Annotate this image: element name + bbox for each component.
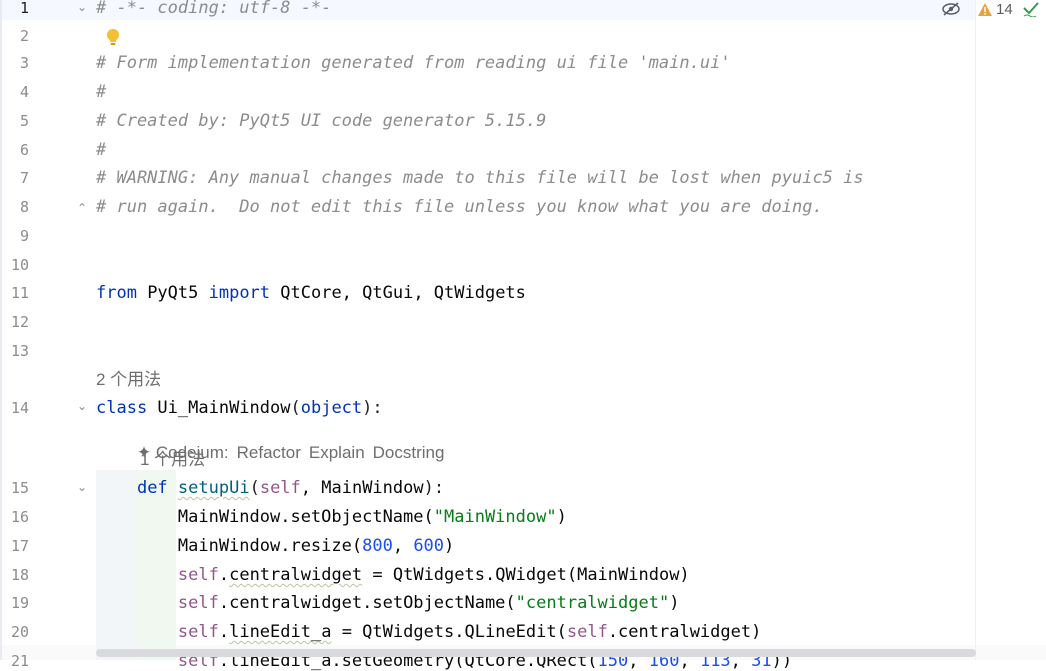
codeium-docstring-link[interactable]: Docstring	[373, 443, 445, 462]
reader-mode-icon[interactable]	[941, 0, 961, 18]
code-token: lineEdit_a	[229, 622, 332, 642]
line-number[interactable]: 14	[0, 398, 29, 418]
codeium-refactor-link[interactable]: Refactor	[237, 443, 309, 462]
code-token: = QtWidgets.QWidget(MainWindow)	[362, 565, 690, 585]
code-token: .	[218, 622, 230, 642]
line-number[interactable]: 4	[0, 82, 29, 102]
code-token: # -*- coding: utf-8 -*-	[96, 0, 332, 18]
code-token: QtCore, QtGui, QtWidgets	[270, 283, 526, 303]
code-token: PyQt5	[136, 283, 209, 303]
code-token: # Form implementation generated from rea…	[96, 53, 731, 73]
code-token: object	[300, 398, 363, 418]
code-token: = QtWidgets.QLineEdit(	[331, 622, 567, 642]
warning-icon	[978, 2, 992, 16]
code-token: .	[218, 565, 230, 585]
code-token: "centralwidget"	[515, 593, 670, 613]
line-number[interactable]: 7	[0, 168, 29, 188]
fold-expand-icon[interactable]: ⌃	[75, 201, 89, 215]
line-number[interactable]: 6	[0, 140, 29, 160]
code-token: import	[208, 283, 271, 303]
typo-check-icon[interactable]	[1022, 0, 1042, 18]
code-line[interactable]: #	[96, 140, 106, 160]
code-token: # WARNING: Any manual changes made to th…	[96, 168, 864, 188]
code-token: # Created by: PyQt5 UI code generator 5.…	[96, 111, 547, 131]
code-token: #	[96, 140, 107, 160]
code-token: # run again. Do not edit this file unles…	[96, 197, 823, 217]
code-token: )	[556, 507, 567, 527]
code-line[interactable]: MainWindow.resize(800, 600)	[96, 536, 454, 556]
code-token: from	[96, 283, 137, 303]
code-token: .centralwidget.setObjectName(	[218, 593, 516, 613]
line-number[interactable]: 5	[0, 111, 29, 131]
line-number[interactable]: 13	[0, 341, 29, 361]
code-line[interactable]: # -*- coding: utf-8 -*-	[96, 0, 331, 18]
code-token: self	[566, 622, 608, 642]
code-line[interactable]: # run again. Do not edit this file unles…	[96, 197, 823, 217]
right-margin-guide	[975, 0, 976, 660]
code-token: )	[444, 536, 455, 556]
code-token: self	[177, 565, 219, 585]
code-line[interactable]: self.centralwidget = QtWidgets.QWidget(M…	[96, 565, 690, 585]
fold-collapse-icon[interactable]: ⌄	[75, 480, 89, 494]
usages-hint-class[interactable]: 2 个用法	[96, 370, 161, 390]
code-token: centralwidget	[229, 565, 363, 585]
eye-slash-icon	[942, 2, 960, 16]
code-token: self	[177, 622, 219, 642]
line-number[interactable]: 17	[0, 536, 29, 556]
code-token: .centralwidget)	[607, 622, 762, 642]
line-number[interactable]: 9	[0, 226, 29, 246]
line-number[interactable]: 3	[0, 53, 29, 73]
code-line[interactable]: #	[96, 82, 106, 102]
line-number[interactable]: 19	[0, 593, 29, 613]
code-token: MainWindow.resize(	[96, 536, 363, 556]
check-icon	[1023, 2, 1039, 17]
line-number[interactable]: 16	[0, 507, 29, 527]
code-token: "MainWindow"	[433, 507, 557, 527]
lightbulb-icon[interactable]	[104, 27, 122, 47]
line-number[interactable]: 8	[0, 197, 29, 217]
line-number[interactable]: 20	[0, 622, 29, 642]
code-token: MainWindow.setObjectName(	[96, 507, 434, 527]
code-line[interactable]: # Form implementation generated from rea…	[96, 53, 731, 73]
line-number[interactable]: 21	[0, 651, 29, 671]
line-number[interactable]: 18	[0, 565, 29, 585]
code-token: self	[177, 593, 219, 613]
warnings-count: 14	[996, 0, 1013, 18]
code-line[interactable]: MainWindow.setObjectName("MainWindow")	[96, 507, 567, 527]
warnings-indicator[interactable]: 14	[977, 0, 1013, 18]
code-token: )	[669, 593, 680, 613]
line-number[interactable]: 15	[0, 478, 29, 498]
code-line[interactable]: class Ui_MainWindow(object):	[96, 398, 383, 418]
code-line[interactable]: # Created by: PyQt5 UI code generator 5.…	[96, 111, 546, 131]
line-number[interactable]: 10	[0, 255, 29, 275]
code-token: Ui_MainWindow	[147, 398, 291, 418]
code-line[interactable]: self.centralwidget.setObjectName("centra…	[96, 593, 680, 613]
fold-collapse-icon[interactable]: ⌄	[75, 0, 89, 14]
usages-hint-def[interactable]: 1 个用法	[140, 450, 205, 470]
line-number[interactable]: 11	[0, 283, 29, 303]
code-token: #	[96, 82, 107, 102]
code-token: ):	[362, 398, 383, 418]
horizontal-scrollbar[interactable]	[96, 649, 976, 657]
codeium-explain-link[interactable]: Explain	[309, 443, 373, 462]
code-line[interactable]: from PyQt5 import QtCore, QtGui, QtWidge…	[96, 283, 526, 303]
line-number[interactable]: 12	[0, 312, 29, 332]
code-token: ,	[392, 536, 414, 556]
line-number[interactable]: 1	[0, 0, 29, 18]
fold-collapse-icon[interactable]: ⌄	[75, 399, 89, 413]
code-token: 600	[413, 536, 445, 556]
code-line[interactable]: self.lineEdit_a = QtWidgets.QLineEdit(se…	[96, 622, 761, 642]
line-number[interactable]: 2	[0, 26, 29, 46]
code-token: (	[290, 398, 301, 418]
code-line[interactable]: # WARNING: Any manual changes made to th…	[96, 168, 864, 188]
code-token: class	[96, 398, 148, 418]
code-token: 800	[362, 536, 393, 556]
